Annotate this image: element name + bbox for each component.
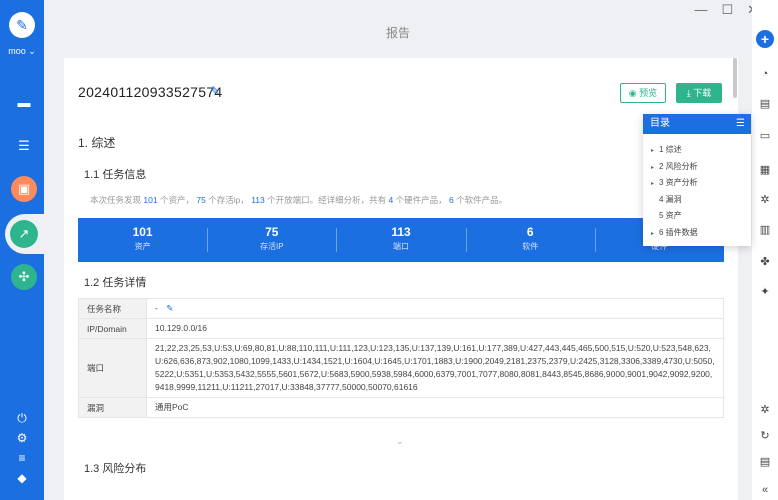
history-icon[interactable]: ◔ — [757, 66, 773, 82]
maximize-button[interactable]: ☐ — [721, 2, 733, 18]
nav-plugins-icon[interactable]: ✣ — [11, 264, 37, 290]
task-summary: 本次任务发现 101 个资产， 75 个存活ip， 113 个开放端口。经详细分… — [90, 195, 508, 205]
section-overview-title: 1. 综述 — [78, 136, 116, 150]
nav-assets-icon[interactable]: ☰ — [11, 133, 37, 159]
toc-list: ▸ 1 综述 ▸ 2 风险分析 ▸ 3 资产分析 4 漏洞 5 资产 ▸ 6 插件数据 — [643, 134, 751, 241]
user-menu[interactable]: moo ⌄ — [0, 46, 44, 57]
toc-item[interactable]: 5 资产 — [651, 208, 751, 225]
stat-assets: 101 资产 — [132, 225, 153, 251]
app-logo: ✎ — [9, 12, 35, 38]
report-id: 202401120933527574 — [78, 84, 223, 100]
table-row: 任务名称 - ✎ — [78, 298, 724, 319]
download-label: 下载 — [693, 88, 712, 98]
section-task-info-title: 1.1 任务信息 — [84, 169, 147, 181]
section-risk-title: 1.3 风险分布 — [84, 463, 147, 475]
stat-live-ip: 75 存活IP — [207, 218, 336, 262]
toc-item[interactable]: 4 漏洞 — [651, 192, 751, 209]
log-icon[interactable]: ▦ — [757, 162, 773, 178]
task-name-key: 任务名称 — [78, 298, 147, 319]
toc-title: 目录 — [650, 118, 670, 129]
collapse-icon[interactable]: « — [757, 482, 773, 498]
document-icon[interactable]: ▤ — [757, 454, 773, 470]
port-key: 端口 — [78, 338, 147, 398]
port-value: 21,22,23,25,53,U:53,U:69,80,81,U:88,110,… — [146, 338, 724, 398]
monitor-icon[interactable]: ▭ — [757, 128, 773, 144]
vuln-key: 漏洞 — [78, 397, 147, 418]
chart-icon[interactable]: ▥ — [757, 222, 773, 238]
toc-item[interactable]: ▸ 1 综述 — [651, 142, 751, 159]
page-title: 报告 — [385, 26, 410, 40]
preview-button[interactable]: ◉ 预览 — [620, 83, 666, 103]
bug-icon[interactable]: ✲ — [757, 192, 773, 208]
vuln-value: 通用PoC — [146, 397, 724, 418]
add-icon[interactable]: + — [756, 30, 774, 48]
section-task-detail-title: 1.2 任务详情 — [84, 277, 147, 289]
tag-icon[interactable]: ✦ — [757, 284, 773, 300]
eye-icon: ◉ — [628, 88, 637, 98]
stats-banner: 101资产 75存活IP 113端口 6软件 4硬件 — [78, 218, 724, 262]
window-controls: — ☐ ✕ — [694, 2, 758, 18]
table-row: 漏洞 通用PoC — [78, 397, 724, 418]
caret-right-icon: ▸ — [651, 181, 655, 187]
chevron-down-icon[interactable]: ⌄ — [396, 436, 404, 447]
menu-icon[interactable]: ≡ — [14, 450, 30, 466]
power-icon[interactable]: ⏻ — [14, 410, 30, 426]
edit-icon[interactable]: ✎ — [210, 84, 220, 98]
download-button[interactable]: ⤓ 下载 — [676, 83, 722, 103]
settings-icon[interactable]: ⚙ — [14, 430, 30, 446]
user-name: moo — [8, 46, 26, 56]
toc-item[interactable]: ▸ 6 插件数据 — [651, 225, 751, 242]
report-icon: ↗ — [10, 220, 38, 248]
toc-item[interactable]: ▸ 3 资产分析 — [651, 175, 751, 192]
preview-label: 预览 — [639, 88, 658, 98]
right-toolbar: + ◔ ▤ ▭ ▦ ✲ ▥ ✤ ✦ ✲ ↻ ▤ « — [752, 0, 778, 500]
task-name-value: - ✎ — [146, 298, 724, 319]
diamond-icon[interactable]: ◆ — [14, 470, 30, 486]
nav-scan-icon[interactable]: ▣ — [11, 176, 37, 202]
toc-panel: 目录 ☰ ▸ 1 综述 ▸ 2 风险分析 ▸ 3 资产分析 4 漏洞 5 资产 ▸ 6 … — [643, 114, 751, 246]
left-sidebar: ✎ moo ⌄ ▬ ☰ ▣ ↗ ✣ ⏻ ⚙ ≡ ◆ — [0, 0, 45, 500]
toc-header: 目录 ☰ — [643, 114, 751, 134]
stat-software: 6 软件 — [465, 218, 595, 262]
task-detail-table: 任务名称 - ✎ IP/Domain 10.129.0.0/16 端口 21,2… — [78, 298, 724, 418]
caret-right-icon: ▸ — [651, 164, 655, 171]
bug-alt-icon[interactable]: ✲ — [757, 402, 773, 418]
caret-right-icon: ▸ — [651, 230, 655, 237]
ip-domain-value: 10.129.0.0/16 — [146, 318, 724, 339]
toc-menu-icon[interactable]: ☰ — [736, 114, 745, 134]
nav-report-item[interactable]: ↗ — [5, 214, 45, 254]
ip-domain-key: IP/Domain — [78, 318, 147, 339]
table-row: 端口 21,22,23,25,53,U:53,U:69,80,81,U:88,1… — [78, 338, 724, 398]
edit-task-name-icon[interactable]: ✎ — [166, 303, 173, 313]
download-icon: ⤓ — [686, 88, 691, 98]
minimize-button[interactable]: — — [694, 2, 707, 18]
report-card: 202401120933527574 ✎ ◉ 预览 ⤓ 下载 1. 综述 1.1… — [64, 58, 738, 500]
caret-right-icon: ▸ — [651, 148, 655, 154]
table-row: IP/Domain 10.129.0.0/16 — [78, 318, 724, 339]
refresh-icon[interactable]: ↻ — [757, 428, 773, 444]
calculator-icon[interactable]: ▤ — [757, 96, 773, 112]
plugin-icon[interactable]: ✤ — [757, 254, 773, 270]
stat-ports: 113 端口 — [336, 218, 465, 262]
nav-tasks-icon[interactable]: ▬ — [11, 90, 37, 116]
scrollbar[interactable] — [733, 58, 737, 98]
toc-item[interactable]: ▸ 2 风险分析 — [651, 159, 751, 176]
